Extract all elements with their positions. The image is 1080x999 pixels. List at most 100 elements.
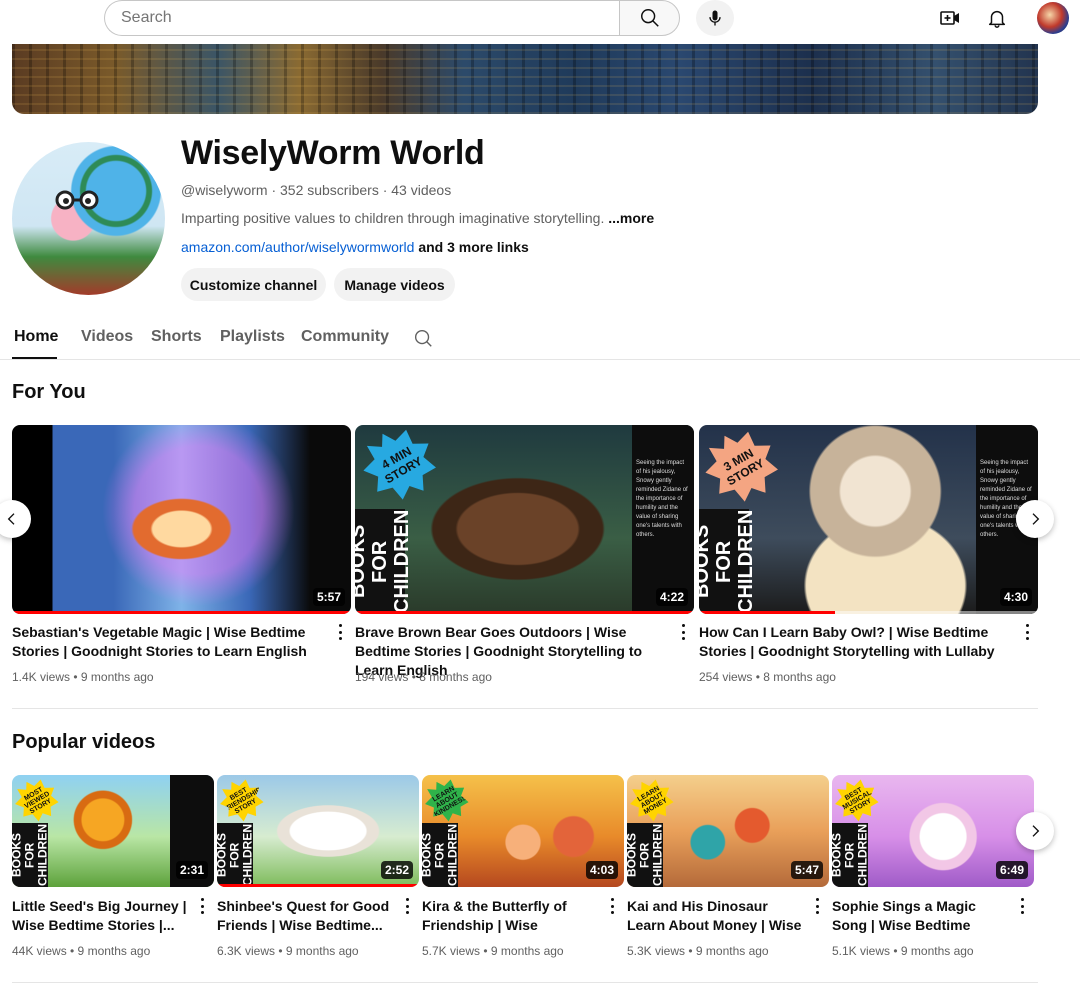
section-divider [12,982,1038,983]
video-meta: 44K views • 9 months ago [12,944,151,958]
chevron-left-icon [7,513,15,525]
story-length-badge: 4 MIN STORY [355,425,448,512]
story-badge: BEST MUSICAL STORY [832,775,886,829]
story-badge: LEARN ABOUT KINDNESS [422,775,476,829]
active-tab-indicator [12,357,57,359]
books-for-children-label: BOOKS FOR CHILDREN [355,509,413,614]
video-title[interactable]: Little Seed's Big Journey | Wise Bedtime… [12,897,192,935]
story-quote-panel: Seeing the impact of his jealousy, Snowy… [632,425,694,614]
watch-progress-bar [217,884,419,887]
tab-home[interactable]: Home [14,328,58,346]
tab-videos[interactable]: Videos [81,328,133,346]
video-title[interactable]: Sophie Sings a Magic Song | Wise Bedtime… [832,897,1012,935]
create-video-icon [940,11,959,25]
more-options-icon[interactable] [1018,897,1026,915]
channel-external-link[interactable]: amazon.com/author/wiselywormworld [181,239,414,255]
books-for-children-label: BOOKS FOR CHILDREN [699,509,757,614]
channel-description-text: Imparting positive values to children th… [181,210,605,226]
video-thumbnail[interactable]: BOOKS FOR CHILDREN LEARN ABOUT KINDNESS … [422,775,624,887]
video-title[interactable]: Kira & the Butterfly of Friendship | Wis… [422,897,602,935]
tab-shorts[interactable]: Shorts [151,328,202,346]
video-thumbnail[interactable]: BOOKS FOR CHILDREN BEST MUSICAL STORY 6:… [832,775,1034,887]
books-for-children-label: BOOKS FOR CHILDREN [832,823,870,887]
glasses-icon [55,190,99,210]
video-thumbnail[interactable]: BOOKS FOR CHILDREN 4 MIN STORY Seeing th… [355,425,694,614]
video-meta: 1.4K views • 9 months ago [12,670,154,684]
customize-channel-button[interactable]: Customize channel [181,268,326,301]
microphone-icon [709,10,721,26]
more-links-button[interactable]: and 3 more links [418,239,528,255]
manage-videos-button[interactable]: Manage videos [334,268,455,301]
more-options-icon[interactable] [813,897,821,915]
watch-progress-bar [355,611,694,614]
video-duration: 4:22 [655,588,688,606]
more-options-icon[interactable] [608,897,616,915]
more-options-icon[interactable] [403,897,411,915]
tab-playlists[interactable]: Playlists [220,328,285,346]
video-title[interactable]: How Can I Learn Baby Owl? | Wise Bedtime… [699,623,1013,661]
video-title[interactable]: Shinbee's Quest for Good Friends | Wise … [217,897,397,935]
video-duration: 2:31 [175,861,208,879]
search-icon [640,9,659,27]
video-meta: 5.1K views • 9 months ago [832,944,974,958]
channel-tabs: Home Videos Shorts Playlists Community [0,320,1080,360]
chevron-right-icon [1032,513,1040,525]
story-badge: BEST FRIENDSHIP STORY [217,775,271,829]
more-options-icon[interactable] [1023,623,1031,641]
popular-videos-heading: Popular videos [12,731,156,753]
more-options-icon[interactable] [336,623,344,641]
notifications-button[interactable] [983,4,1011,32]
story-badge: LEARN ABOUT MONEY [627,775,681,829]
scroll-right-button[interactable] [1016,812,1054,850]
search-button[interactable] [619,0,680,36]
video-meta: 5.7K views • 9 months ago [422,944,564,958]
channel-search-icon[interactable] [412,327,434,349]
video-thumbnail[interactable]: BOOKS FOR CHILDREN BEST FRIENDSHIP STORY… [217,775,419,887]
books-for-children-label: BOOKS FOR CHILDREN [422,823,460,887]
description-more-link[interactable]: ...more [608,210,654,226]
watch-progress-bar [699,611,835,614]
channel-avatar [12,142,165,295]
video-title[interactable]: Sebastian's Vegetable Magic | Wise Bedti… [12,623,332,661]
chevron-right-icon [1032,825,1040,837]
account-avatar[interactable] [1037,2,1069,34]
more-options-icon[interactable] [679,623,687,641]
bell-icon [988,10,1006,28]
video-meta: 6.3K views • 9 months ago [217,944,359,958]
video-duration: 5:57 [312,588,345,606]
video-thumbnail[interactable]: 5:57 [12,425,351,614]
video-duration: 4:03 [585,861,618,879]
search-box[interactable] [104,0,620,36]
watch-progress-bar [12,611,351,614]
more-options-icon[interactable] [198,897,206,915]
channel-links: amazon.com/author/wiselywormworld and 3 … [181,239,529,255]
video-thumbnail[interactable]: BOOKS FOR CHILDREN LEARN ABOUT MONEY 5:4… [627,775,829,887]
books-for-children-label: BOOKS FOR CHILDREN [217,823,255,887]
scroll-right-button[interactable] [1016,500,1054,538]
channel-banner [12,44,1038,114]
books-for-children-label: BOOKS FOR CHILDREN [12,823,50,887]
video-duration: 4:30 [999,588,1032,606]
video-thumbnail[interactable]: BOOKS FOR CHILDREN MOST VIEWED STORY 2:3… [12,775,214,887]
video-duration: 6:49 [995,861,1028,879]
video-duration: 2:52 [380,861,413,879]
story-badge: MOST VIEWED STORY [12,775,66,829]
voice-search-button[interactable] [696,0,734,36]
search-input[interactable] [105,1,620,35]
tab-community[interactable]: Community [301,328,389,346]
story-length-badge: 3 MIN STORY [699,425,790,514]
video-title[interactable]: Kai and His Dinosaur Learn About Money |… [627,897,807,935]
create-button[interactable] [936,4,964,32]
video-meta: 5.3K views • 9 months ago [627,944,769,958]
channel-description[interactable]: Imparting positive values to children th… [181,210,654,226]
books-for-children-label: BOOKS FOR CHILDREN [627,823,665,887]
channel-title: WiselyWorm World [181,134,485,172]
for-you-heading: For You [12,381,86,403]
channel-meta: @wiselyworm · 352 subscribers · 43 video… [181,182,452,198]
section-divider [12,708,1038,709]
video-duration: 5:47 [790,861,823,879]
video-thumbnail[interactable]: BOOKS FOR CHILDREN 3 MIN STORY Seeing th… [699,425,1038,614]
video-meta: 254 views • 8 months ago [699,670,836,684]
video-meta: 194 views • 8 months ago [355,670,492,684]
top-bar [0,0,1080,44]
